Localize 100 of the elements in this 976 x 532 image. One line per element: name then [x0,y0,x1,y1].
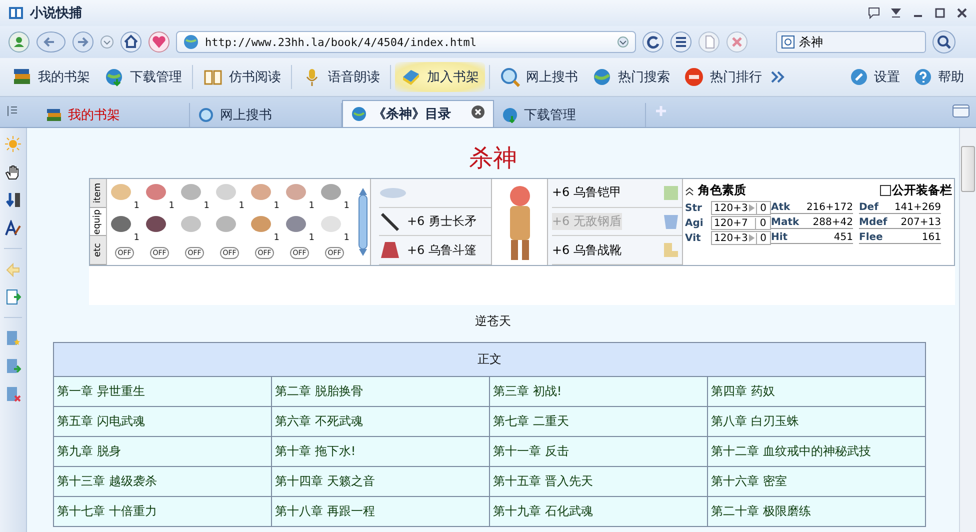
inventory-tab[interactable]: item [90,179,106,208]
back-icon[interactable] [36,31,66,53]
chapter-link[interactable]: 第十六章 密室 [708,466,926,496]
toolbar-button[interactable]: 设置 [844,62,906,92]
chapter-link[interactable]: 第八章 白刃玉蛛 [708,406,926,436]
chapter-link[interactable]: 第九章 脱身 [54,436,272,466]
toolbar-button[interactable]: 我的书架 [6,62,96,92]
play-arrow-icon[interactable] [748,233,756,243]
section-title: 角色素质 [698,182,746,199]
stop-icon[interactable] [726,31,748,53]
stat-name: Str [685,202,703,214]
dropdown-icon[interactable] [100,35,114,49]
stat-value: 161 [922,232,941,243]
home-icon[interactable] [120,31,142,53]
table-heading: 正文 [54,342,926,376]
address-field[interactable]: http://www.23hh.la/book/4/4504/index.html [176,31,636,53]
stat-name: Hit [771,232,788,243]
play-arrow-icon[interactable] [748,203,756,213]
stat-value: 216+172 [806,202,853,213]
stat-value: 141+269 [894,202,941,213]
chapter-link[interactable]: 第六章 不死武魂 [272,406,490,436]
chapter-link[interactable]: 第四章 药奴 [708,376,926,406]
sidebar-toggle-icon[interactable] [6,104,18,116]
toolbar-button[interactable]: 加入书架 [395,62,485,92]
chapter-link[interactable]: 第二十章 极限磨练 [708,496,926,526]
search-icon[interactable] [932,30,956,54]
stat-value-field: 120+7 0 [711,216,771,230]
tab[interactable]: 我的书架 [38,103,190,127]
toolbar-button[interactable]: 热门搜索 [586,62,676,92]
toolbar-button[interactable]: 帮助 [908,62,970,92]
item-icon [180,181,202,201]
inventory-tab[interactable]: etc [90,236,106,266]
item-icon [214,181,236,201]
equipment-name: +6 乌鲁战靴 [552,242,622,259]
download-arrow-icon[interactable] [5,192,21,208]
window-icon[interactable] [952,104,970,118]
chapter-link[interactable]: 第十二章 血纹戒中的神秘武技 [708,436,926,466]
stat-name: Mdef [859,217,888,228]
chapter-link[interactable]: 第十五章 晋入先天 [490,466,708,496]
empty-slot-icon [379,186,407,199]
help-icon [914,68,932,86]
double-caret-icon[interactable] [685,186,694,196]
toolbar-button[interactable]: 网上搜书 [494,62,584,92]
speech-bubble-icon[interactable] [868,7,880,19]
book-star-icon[interactable] [5,330,21,346]
chapter-link[interactable]: 第十七章 十倍重力 [54,496,272,526]
book-icon [8,5,24,21]
chapter-link[interactable]: 第十章 拖下水! [272,436,490,466]
user-icon[interactable] [8,31,30,53]
window-title: 小说快捕 [30,5,82,22]
page-arrow-icon[interactable] [5,289,21,305]
item-count: 1 [274,233,280,243]
checkbox[interactable] [880,185,891,196]
stat-value: 207+13 [900,217,941,228]
inventory-tab[interactable]: equip [90,208,106,236]
equipment-name: +6 勇士长矛 [407,213,477,230]
chevron-right-icon[interactable] [770,70,786,84]
book-remove-icon[interactable] [5,386,21,402]
item-icon [110,213,132,233]
search-engine-icon [781,35,795,49]
item-count: 1 [168,201,174,211]
toolbar-button[interactable]: 仿书阅读 [197,62,287,92]
chapter-link[interactable]: 第十三章 越级袭杀 [54,466,272,496]
chapter-link[interactable]: 第一章 异世重生 [54,376,272,406]
close-icon[interactable] [471,105,485,119]
chapter-link[interactable]: 第十九章 石化武魂 [490,496,708,526]
download-arrow-icon[interactable] [890,7,902,19]
chapter-link[interactable]: 第十四章 天籁之音 [272,466,490,496]
search-field[interactable]: 杀神 [776,31,926,53]
chapter-link[interactable]: 第三章 初战! [490,376,708,406]
tab[interactable]: 下载管理 [494,103,646,127]
toolbar-button[interactable]: 下载管理 [98,62,188,92]
item-count: 1 [308,233,314,243]
item-icon [250,181,272,201]
page-icon[interactable] [698,31,720,53]
hand-icon[interactable] [5,164,21,180]
scrollbar-thumb[interactable] [961,146,975,192]
chapter-link[interactable]: 第七章 二重天 [490,406,708,436]
scrollbar-drawing[interactable] [358,187,368,257]
chapter-link[interactable]: 第十一章 反击 [490,436,708,466]
item-icon [320,181,342,201]
chapter-link[interactable]: 第十八章 再跟一程 [272,496,490,526]
chapter-link[interactable]: 第五章 闪电武魂 [54,406,272,436]
dropdown-icon[interactable] [617,36,629,48]
forward-icon[interactable] [72,31,94,53]
item-count: 1 [308,201,314,211]
maximize-icon[interactable] [934,7,946,19]
tab[interactable]: 《杀神》目录 [342,100,494,127]
globe-download-icon [104,67,124,87]
font-icon[interactable] [5,220,21,236]
item-count: 1 [134,233,140,243]
item-count: 1 [344,233,350,243]
close-icon[interactable] [956,7,968,19]
item-icon [320,213,342,233]
book-arrow-icon[interactable] [5,358,21,374]
toolbar-button[interactable]: 热门排行 [678,62,768,92]
list-icon[interactable] [670,31,692,53]
chapter-link[interactable]: 第二章 脱胎换骨 [272,376,490,406]
reload-icon[interactable] [642,31,664,53]
toolbar-button[interactable]: 语音朗读 [296,62,386,92]
